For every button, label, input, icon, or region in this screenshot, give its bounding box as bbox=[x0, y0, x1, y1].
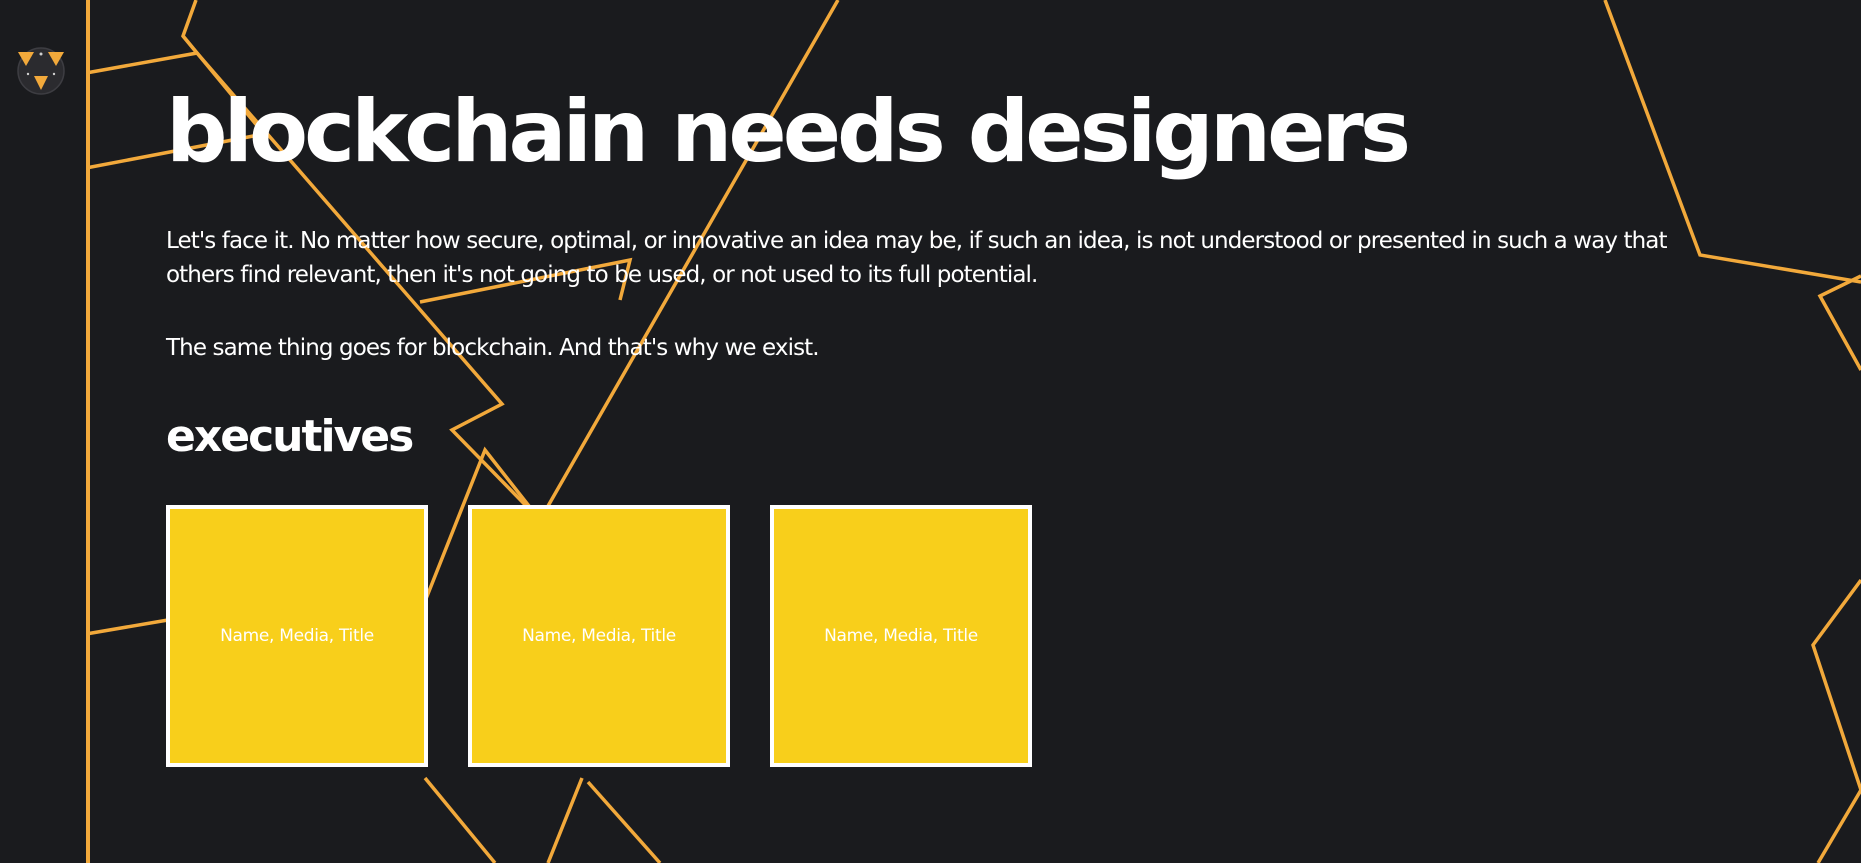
bg-line bbox=[1816, 789, 1861, 863]
executive-card[interactable]: Name, Media, Title bbox=[770, 505, 1032, 767]
executive-card[interactable]: Name, Media, Title bbox=[468, 505, 730, 767]
main-content: blockchain needs designers Let's face it… bbox=[166, 80, 1726, 767]
executives-list: Name, Media, Title Name, Media, Title Na… bbox=[166, 505, 1726, 767]
executive-card[interactable]: Name, Media, Title bbox=[166, 505, 428, 767]
intro-paragraph-2: The same thing goes for blockchain. And … bbox=[166, 335, 820, 361]
sidebar bbox=[0, 0, 90, 863]
executive-card-label: Name, Media, Title bbox=[824, 626, 978, 646]
bg-line bbox=[423, 776, 497, 863]
bg-line bbox=[1817, 274, 1861, 371]
executives-heading: executives bbox=[166, 411, 414, 462]
page: blockchain needs designers Let's face it… bbox=[0, 0, 1861, 863]
bg-line bbox=[546, 777, 584, 863]
bg-line bbox=[85, 618, 169, 636]
triangle-logo-icon[interactable] bbox=[14, 44, 68, 98]
intro-paragraph: Let's face it. No matter how secure, opt… bbox=[166, 228, 1668, 288]
bg-line bbox=[1811, 578, 1861, 791]
page-headline: blockchain needs designers bbox=[166, 82, 1411, 182]
executive-card-label: Name, Media, Title bbox=[220, 626, 374, 646]
bg-line bbox=[586, 780, 662, 863]
executive-card-label: Name, Media, Title bbox=[522, 626, 676, 646]
bg-line bbox=[85, 0, 201, 75]
